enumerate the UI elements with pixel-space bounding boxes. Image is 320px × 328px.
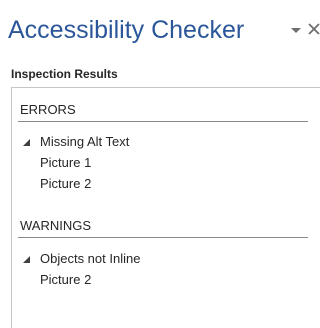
result-item-label: Picture 1 [40,155,92,170]
result-item-picture-2[interactable]: Picture 2 [40,174,300,194]
issue-label: Missing Alt Text [40,134,130,149]
warnings-group-header: WARNINGS [18,214,308,238]
expanded-triangle-icon[interactable] [22,255,31,264]
inspection-results-label: Inspection Results [11,67,118,81]
issue-label: Objects not Inline [40,251,141,266]
dropdown-arrow-icon [291,28,301,33]
errors-group-header: ERRORS [18,98,308,122]
warnings-group-label: WARNINGS [20,218,92,233]
result-item-picture-1[interactable]: Picture 1 [40,153,300,173]
result-item-picture-2-warning[interactable]: Picture 2 [40,270,300,290]
result-item-label: Picture 2 [40,272,92,287]
issue-objects-not-inline[interactable]: Objects not Inline [22,249,302,269]
inspection-results-list[interactable]: ERRORS Missing Alt Text Picture 1 Pictur… [11,87,320,328]
result-item-label: Picture 2 [40,176,92,191]
accessibility-checker-pane: Accessibility Checker Inspection Results… [0,0,320,328]
close-icon [308,23,320,35]
errors-group-label: ERRORS [20,102,76,117]
pane-close-button[interactable] [306,20,320,38]
pane-title: Accessibility Checker [8,16,245,44]
pane-options-button[interactable] [288,22,304,38]
pane-header: Accessibility Checker [6,6,320,58]
issue-missing-alt-text[interactable]: Missing Alt Text [22,132,302,152]
expanded-triangle-icon[interactable] [22,138,31,147]
